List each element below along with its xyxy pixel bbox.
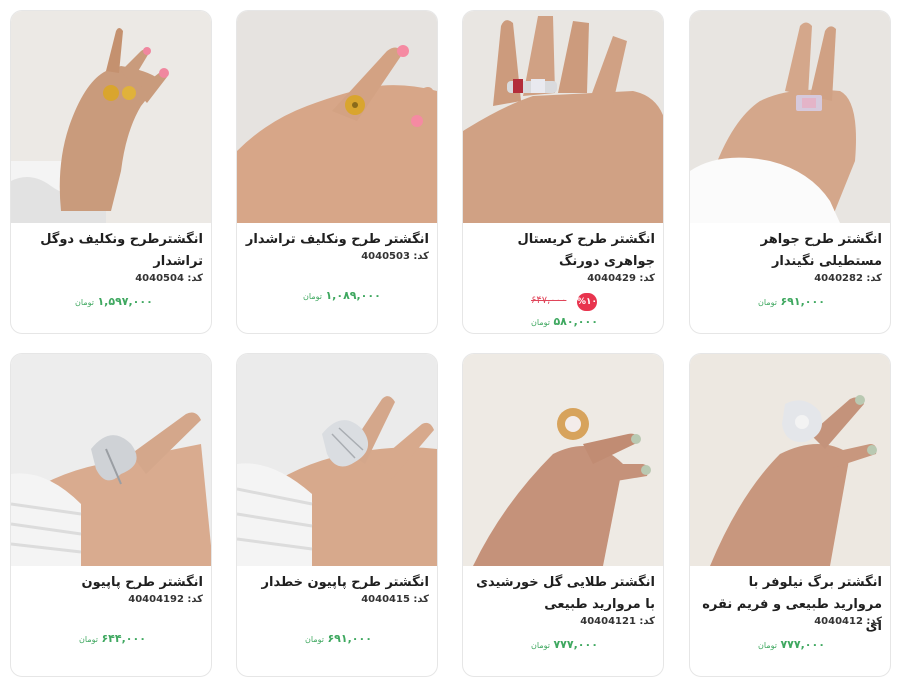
- product-code: کد: 4040503: [361, 251, 429, 262]
- product-card[interactable]: انگشتر طرح ونکلیف تراشدار کد: 4040503 ۱,…: [236, 10, 438, 334]
- product-price: ۶۴۴,۰۰۰ تومان: [79, 632, 146, 645]
- product-code: کد: 4040429: [587, 273, 655, 284]
- product-image[interactable]: [11, 354, 211, 566]
- product-card[interactable]: انگشتر طلایی گل خورشیدی با مروارید طبیعی…: [462, 353, 664, 677]
- product-title[interactable]: انگشتر برگ نیلوفر با مروارید طبیعی و فری…: [698, 572, 882, 638]
- product-card[interactable]: انگشتر طرح پاپیون کد: 40404192 ۶۴۴,۰۰۰ ت…: [10, 353, 212, 677]
- product-grid: انگشترطرح ونکلیف دوگل تراشدار کد: 404050…: [0, 0, 899, 688]
- product-title[interactable]: انگشتر طرح پاپیون: [19, 572, 203, 594]
- product-image[interactable]: [237, 11, 437, 223]
- product-title[interactable]: انگشترطرح ونکلیف دوگل تراشدار: [19, 229, 203, 273]
- product-title[interactable]: انگشتر طرح کریستال جواهری دورنگ: [471, 229, 656, 273]
- product-title[interactable]: انگشتر طرح جواهر مستطیلی نگیندار: [698, 229, 882, 273]
- product-card[interactable]: انگشتر طرح جواهر مستطیلی نگیندار کد: 404…: [689, 10, 891, 334]
- product-price: ۱,۵۹۷,۰۰۰ تومان: [75, 295, 153, 308]
- product-code: کد: 40404121: [580, 616, 655, 627]
- product-image[interactable]: [237, 354, 437, 566]
- product-card[interactable]: انگشتر طرح پاپیون خطدار کد: 4040415 ۶۹۱,…: [236, 353, 438, 677]
- product-code: کد: 4040504: [135, 273, 203, 284]
- product-price: ۶۹۱,۰۰۰ تومان: [305, 632, 372, 645]
- old-price: ۶۴۷,۰۰۰: [531, 295, 567, 306]
- product-price: ۵۸۰,۰۰۰ تومان: [531, 315, 598, 328]
- product-code: کد: 4040282: [814, 273, 882, 284]
- product-card[interactable]: انگشتر طرح کریستال جواهری دورنگ کد: 4040…: [462, 10, 664, 334]
- product-title[interactable]: انگشتر طرح ونکلیف تراشدار: [245, 229, 429, 251]
- product-price: ۷۷۷,۰۰۰ تومان: [531, 638, 598, 651]
- product-image[interactable]: [690, 354, 890, 566]
- product-code: کد: 40404192: [128, 594, 203, 605]
- product-card[interactable]: انگشتر برگ نیلوفر با مروارید طبیعی و فری…: [689, 353, 891, 677]
- product-image[interactable]: [463, 11, 663, 223]
- product-price: ۷۷۷,۰۰۰ تومان: [758, 638, 825, 651]
- product-title[interactable]: انگشتر طرح پاپیون خطدار: [245, 572, 429, 594]
- product-code: کد: 4040412: [814, 616, 882, 627]
- product-price: ۶۹۱,۰۰۰ تومان: [758, 295, 825, 308]
- product-code: کد: 4040415: [361, 594, 429, 605]
- product-image[interactable]: [463, 354, 663, 566]
- product-image[interactable]: [11, 11, 211, 223]
- product-price: ۱,۰۸۹,۰۰۰ تومان: [303, 289, 381, 302]
- discount-badge: %۱۰: [577, 293, 597, 311]
- product-image[interactable]: [690, 11, 890, 223]
- product-title[interactable]: انگشتر طلایی گل خورشیدی با مروارید طبیعی: [471, 572, 655, 616]
- product-card[interactable]: انگشترطرح ونکلیف دوگل تراشدار کد: 404050…: [10, 10, 212, 334]
